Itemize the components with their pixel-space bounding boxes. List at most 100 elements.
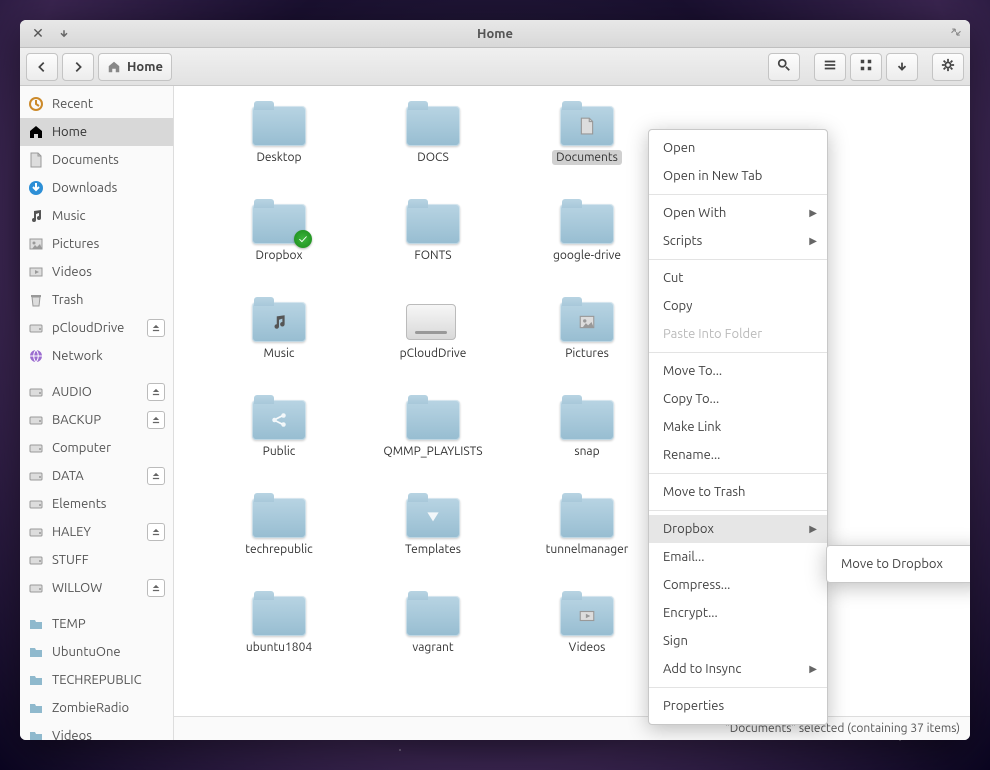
sidebar-item-elements[interactable]: Elements (20, 490, 173, 518)
sidebar-item-music[interactable]: Music (20, 202, 173, 230)
sidebar-item-trash[interactable]: Trash (20, 286, 173, 314)
folder-icon (406, 498, 460, 538)
picture-icon (28, 236, 44, 252)
context-submenu: Move to Dropbox (826, 545, 970, 583)
eject-button[interactable] (147, 579, 165, 597)
ctx-open-in-new-tab[interactable]: Open in New Tab (649, 162, 827, 190)
grid-item[interactable]: Desktop (214, 96, 344, 194)
sidebar-item-documents[interactable]: Documents (20, 146, 173, 174)
ctx-add-to-insync[interactable]: Add to Insync▶ (649, 655, 827, 683)
sidebar-item-temp[interactable]: TEMP (20, 610, 173, 638)
ctx-make-link[interactable]: Make Link (649, 413, 827, 441)
sidebar-item-data[interactable]: DATA (20, 462, 173, 490)
grid-item[interactable]: pCloudDrive (368, 292, 498, 390)
sidebar-item-downloads[interactable]: Downloads (20, 174, 173, 202)
sidebar-item-videos[interactable]: Videos (20, 722, 173, 740)
view-grid-button[interactable] (850, 53, 882, 81)
grid-item[interactable]: ✓Dropbox (214, 194, 344, 292)
grid-item-label: QMMP_PLAYLISTS (379, 444, 486, 459)
ctx-copy[interactable]: Copy (649, 292, 827, 320)
ctx-sign[interactable]: Sign (649, 627, 827, 655)
eject-button[interactable] (147, 319, 165, 337)
eject-button[interactable] (147, 467, 165, 485)
eject-button[interactable] (147, 383, 165, 401)
grid-item[interactable]: google-drive (522, 194, 652, 292)
folder-icon (560, 498, 614, 538)
sidebar-item-backup[interactable]: BACKUP (20, 406, 173, 434)
sidebar-item-audio[interactable]: AUDIO (20, 378, 173, 406)
sidebar-item-stuff[interactable]: STUFF (20, 546, 173, 574)
ctx-item-label: Make Link (663, 420, 721, 434)
grid-item[interactable]: DOCS (368, 96, 498, 194)
sidebar-item-home[interactable]: Home (20, 118, 173, 146)
nav-forward-button[interactable] (62, 53, 94, 81)
sidebar-item-network[interactable]: Network (20, 342, 173, 370)
subctx-move-to-dropbox[interactable]: Move to Dropbox (827, 550, 970, 578)
grid-item[interactable]: Public (214, 390, 344, 488)
ctx-rename[interactable]: Rename... (649, 441, 827, 469)
ctx-dropbox[interactable]: Dropbox▶ (649, 515, 827, 543)
ctx-copy-to[interactable]: Copy To... (649, 385, 827, 413)
ctx-move-to[interactable]: Move To... (649, 357, 827, 385)
gear-icon (941, 58, 955, 75)
ctx-email[interactable]: Email... (649, 543, 827, 571)
titlebar: ✕ Home (20, 20, 970, 48)
ctx-cut[interactable]: Cut (649, 264, 827, 292)
window-maximize-button[interactable] (950, 26, 962, 41)
grid-icon (859, 58, 873, 75)
folder-icon (252, 498, 306, 538)
ctx-open[interactable]: Open (649, 134, 827, 162)
path-home-button[interactable]: Home (98, 53, 172, 81)
sidebar-item-label: ZombieRadio (52, 701, 165, 715)
grid-item[interactable]: snap (522, 390, 652, 488)
grid-item[interactable]: QMMP_PLAYLISTS (368, 390, 498, 488)
nav-back-button[interactable] (26, 53, 58, 81)
ctx-encrypt[interactable]: Encrypt... (649, 599, 827, 627)
sidebar-item-pictures[interactable]: Pictures (20, 230, 173, 258)
sidebar-item-label: pCloudDrive (52, 321, 139, 335)
sidebar-item-zombieradio[interactable]: ZombieRadio (20, 694, 173, 722)
ctx-open-with[interactable]: Open With▶ (649, 199, 827, 227)
view-list-button[interactable] (814, 53, 846, 81)
sidebar-item-techrepublic[interactable]: TECHREPUBLIC (20, 666, 173, 694)
folder-icon: ✓ (252, 204, 306, 244)
grid-item[interactable]: Templates (368, 488, 498, 586)
sidebar-item-pclouddrive[interactable]: pCloudDrive (20, 314, 173, 342)
sidebar-item-videos[interactable]: Videos (20, 258, 173, 286)
sidebar-item-willow[interactable]: WILLOW (20, 574, 173, 602)
grid-item[interactable]: Documents (522, 96, 652, 194)
video-icon (560, 596, 614, 636)
grid-item[interactable]: ubuntu1804 (214, 586, 344, 684)
file-grid[interactable]: DesktopDOCSDocumentsDownloadseclipse-wor… (174, 86, 970, 716)
sidebar-item-label: HALEY (52, 525, 139, 539)
template-icon (406, 498, 460, 538)
grid-item-label: Public (259, 444, 300, 459)
menu-button[interactable] (932, 53, 964, 81)
sidebar-item-label: DATA (52, 469, 139, 483)
grid-item[interactable]: FONTS (368, 194, 498, 292)
window-minimize-button[interactable] (54, 24, 74, 44)
sidebar-item-computer[interactable]: Computer (20, 434, 173, 462)
ctx-item-label: Email... (663, 550, 704, 564)
eject-button[interactable] (147, 523, 165, 541)
folder-icon (252, 596, 306, 636)
ctx-move-to-trash[interactable]: Move to Trash (649, 478, 827, 506)
sidebar-item-ubuntuone[interactable]: UbuntuOne (20, 638, 173, 666)
grid-item[interactable]: tunnelmanager (522, 488, 652, 586)
grid-item[interactable]: Music (214, 292, 344, 390)
view-sort-button[interactable] (886, 53, 918, 81)
ctx-scripts[interactable]: Scripts▶ (649, 227, 827, 255)
grid-item[interactable]: vagrant (368, 586, 498, 684)
grid-item[interactable]: techrepublic (214, 488, 344, 586)
ctx-compress[interactable]: Compress... (649, 571, 827, 599)
download-icon (28, 180, 44, 196)
folder-icon (252, 400, 306, 440)
sidebar-item-recent[interactable]: Recent (20, 90, 173, 118)
sidebar-item-haley[interactable]: HALEY (20, 518, 173, 546)
search-button[interactable] (768, 53, 800, 81)
window-close-button[interactable]: ✕ (28, 24, 48, 44)
ctx-properties[interactable]: Properties (649, 692, 827, 720)
eject-button[interactable] (147, 411, 165, 429)
grid-item[interactable]: Pictures (522, 292, 652, 390)
grid-item[interactable]: Videos (522, 586, 652, 684)
